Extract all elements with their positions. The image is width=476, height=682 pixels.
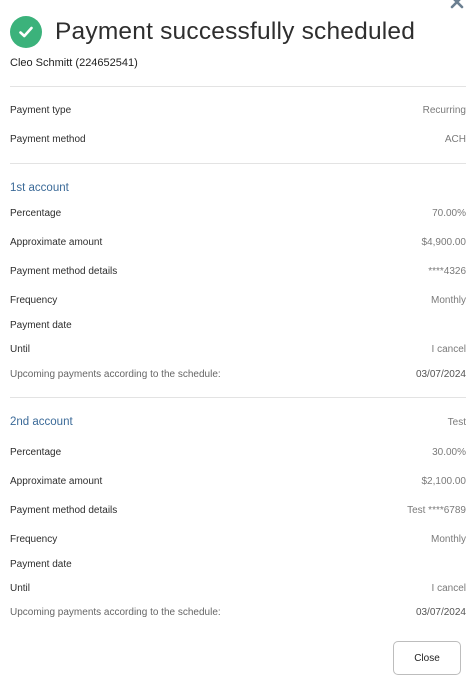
- row-label: Payment method details: [10, 505, 118, 516]
- dialog-title: Payment successfully scheduled: [55, 18, 416, 45]
- account-2-frequency: Frequency Monthly: [10, 534, 466, 545]
- account-2-upcoming: Upcoming payments according to the sched…: [10, 607, 466, 618]
- row-label: Payment date: [10, 559, 72, 570]
- row-label: Approximate amount: [10, 237, 103, 248]
- divider: [10, 86, 466, 87]
- customer-name: Cleo Schmitt (224652541): [10, 57, 138, 69]
- row-label: Until: [10, 344, 31, 355]
- row-value: ****4326: [428, 266, 466, 277]
- account-1-frequency: Frequency Monthly: [10, 295, 466, 306]
- row-label: Payment method: [10, 134, 86, 145]
- row-value: 30.00%: [432, 447, 466, 458]
- account-1-until: Until I cancel: [10, 344, 466, 355]
- account-2-amount: Approximate amount $2,100.00: [10, 476, 466, 487]
- check-circle-icon: [10, 16, 42, 48]
- row-value: Test ****6789: [407, 505, 466, 516]
- account-1-amount: Approximate amount $4,900.00: [10, 237, 466, 248]
- row-value: I cancel: [431, 583, 466, 594]
- row-label: Payment type: [10, 105, 72, 116]
- row-label: Payment date: [10, 320, 72, 331]
- row-label: Approximate amount: [10, 476, 103, 487]
- summary-row-payment-type: Payment type Recurring: [10, 105, 466, 116]
- summary-row-payment-method: Payment method ACH: [10, 134, 466, 145]
- account-2-payment-date: Payment date: [10, 559, 466, 570]
- row-value: Recurring: [422, 105, 466, 116]
- row-value: I cancel: [431, 344, 466, 355]
- account-2-until: Until I cancel: [10, 583, 466, 594]
- account-1-percentage: Percentage 70.00%: [10, 208, 466, 219]
- close-button[interactable]: Close: [393, 641, 461, 675]
- row-value: 70.00%: [432, 208, 466, 219]
- row-value: 03/07/2024: [415, 369, 466, 380]
- account-1-header: 1st account: [10, 182, 466, 194]
- row-value: $4,900.00: [421, 237, 467, 248]
- divider: [10, 397, 466, 398]
- account-title: 2nd account: [10, 416, 73, 428]
- row-value: Monthly: [430, 534, 466, 545]
- account-title: 1st account: [10, 182, 69, 194]
- row-value: 03/07/2024: [415, 607, 466, 618]
- row-label: Percentage: [10, 447, 62, 458]
- row-label: Payment method details: [10, 266, 118, 277]
- row-value: ACH: [444, 134, 466, 145]
- account-1-upcoming: Upcoming payments according to the sched…: [10, 369, 466, 380]
- row-value: $2,100.00: [421, 476, 467, 487]
- divider: [10, 163, 466, 164]
- row-label: Upcoming payments according to the sched…: [10, 607, 221, 618]
- row-label: Frequency: [10, 295, 58, 306]
- account-title-value: Test: [447, 416, 466, 428]
- account-1-payment-date: Payment date: [10, 320, 466, 331]
- account-2-method-details: Payment method details Test ****6789: [10, 505, 466, 516]
- close-x-icon[interactable]: [449, 0, 465, 10]
- row-label: Percentage: [10, 208, 62, 219]
- row-label: Upcoming payments according to the sched…: [10, 369, 221, 380]
- row-value: Monthly: [430, 295, 466, 306]
- account-2-header: 2nd account Test: [10, 416, 466, 428]
- dialog-header: Payment successfully scheduled: [10, 16, 415, 48]
- account-2-percentage: Percentage 30.00%: [10, 447, 466, 458]
- row-label: Frequency: [10, 534, 58, 545]
- account-1-method-details: Payment method details ****4326: [10, 266, 466, 277]
- row-label: Until: [10, 583, 31, 594]
